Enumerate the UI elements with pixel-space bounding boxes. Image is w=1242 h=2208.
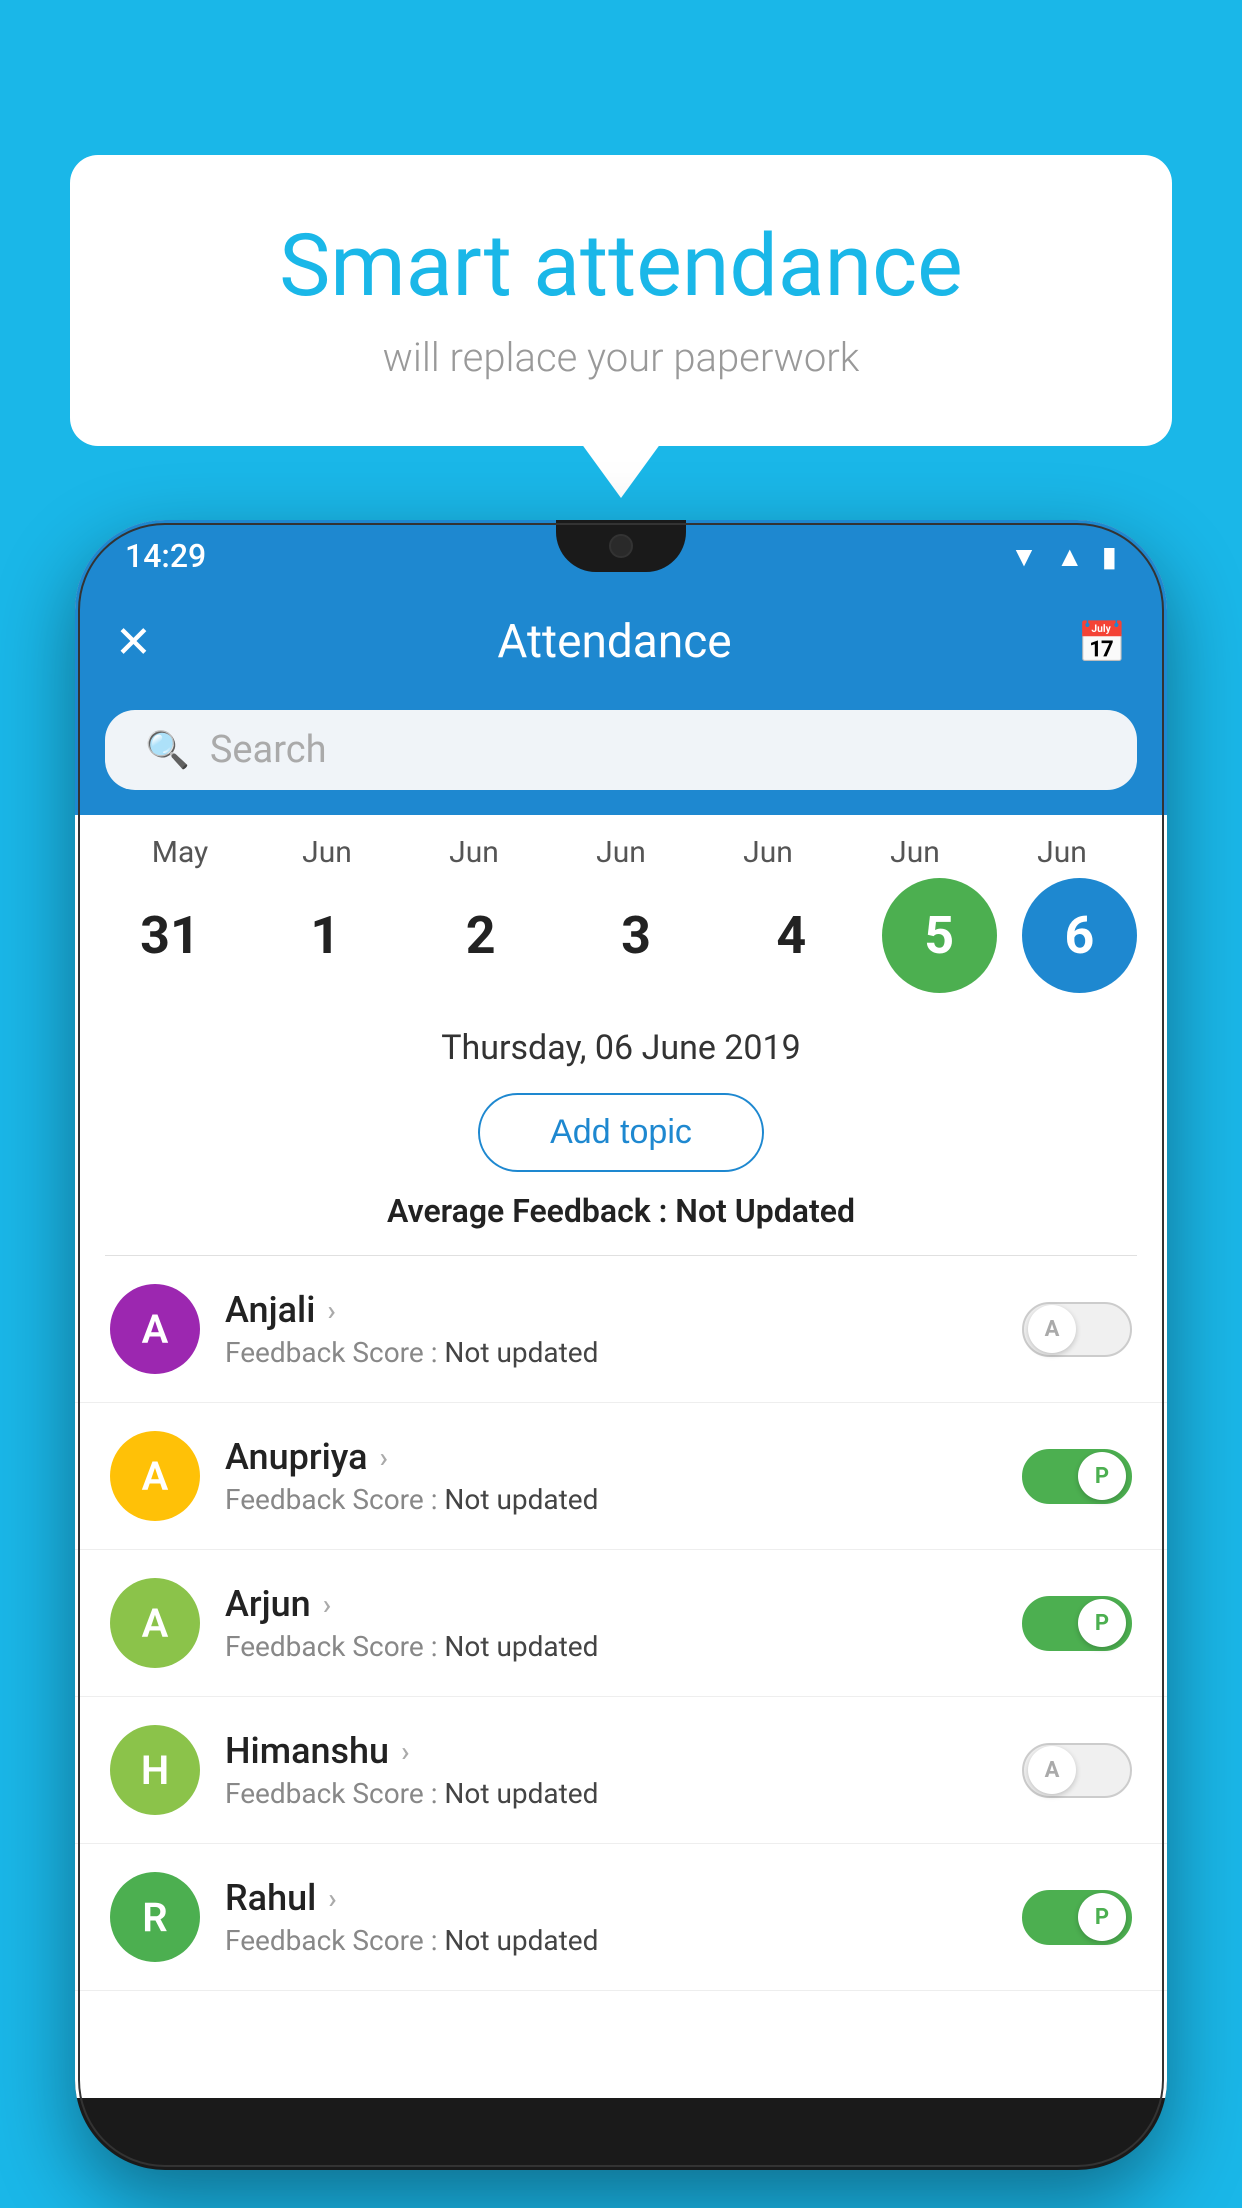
student-item[interactable]: R Rahul › Feedback Score : Not updated P [75, 1844, 1167, 1991]
app-tagline-subtitle: will replace your paperwork [150, 334, 1092, 381]
chevron-right-icon: › [323, 1588, 331, 1621]
search-bar[interactable]: 🔍 Search [105, 710, 1137, 790]
student-name: Anupriya › [225, 1436, 997, 1478]
calendar-day[interactable]: 1 [260, 878, 390, 993]
student-feedback: Feedback Score : Not updated [225, 1483, 997, 1516]
search-bar-container: 🔍 Search [75, 692, 1167, 815]
calendar-icon[interactable]: 📅 [1077, 619, 1127, 666]
calendar-day[interactable]: 3 [571, 878, 701, 993]
student-feedback: Feedback Score : Not updated [225, 1630, 997, 1663]
toggle-switch[interactable]: P [1022, 1596, 1132, 1651]
avg-feedback-label: Average Feedback : [387, 1192, 667, 1230]
calendar-months-row: May Jun Jun Jun Jun Jun Jun [105, 835, 1137, 870]
toggle-switch[interactable]: A [1022, 1743, 1132, 1798]
student-name: Anjali › [225, 1289, 997, 1331]
student-info: Anjali › Feedback Score : Not updated [225, 1289, 997, 1369]
toggle-knob: P [1078, 1599, 1126, 1647]
calendar-strip: May Jun Jun Jun Jun Jun Jun 31123456 [75, 815, 1167, 1003]
phone-container: 14:29 ▼ ▲ ▮ ✕ Attendance 📅 🔍 Search [75, 520, 1167, 2208]
avatar: A [110, 1578, 200, 1668]
student-feedback: Feedback Score : Not updated [225, 1336, 997, 1369]
speech-bubble: Smart attendance will replace your paper… [70, 155, 1172, 446]
calendar-day[interactable]: 2 [416, 878, 546, 993]
student-item[interactable]: A Anupriya › Feedback Score : Not updated P [75, 1403, 1167, 1550]
search-input-label: Search [210, 728, 327, 772]
attendance-toggle[interactable]: P [1022, 1449, 1132, 1504]
toggle-switch[interactable]: A [1022, 1302, 1132, 1357]
student-info: Anupriya › Feedback Score : Not updated [225, 1436, 997, 1516]
attendance-toggle[interactable]: A [1022, 1743, 1132, 1798]
student-item[interactable]: A Anjali › Feedback Score : Not updated A [75, 1256, 1167, 1403]
calendar-day[interactable]: 5 [882, 878, 997, 993]
speech-bubble-container: Smart attendance will replace your paper… [70, 155, 1172, 446]
app-tagline-title: Smart attendance [150, 215, 1092, 316]
signal-icon: ▲ [1056, 540, 1084, 573]
toggle-knob: A [1028, 1305, 1076, 1353]
student-name: Himanshu › [225, 1730, 997, 1772]
avg-feedback: Average Feedback : Not Updated [75, 1192, 1167, 1255]
student-info: Rahul › Feedback Score : Not updated [225, 1877, 997, 1957]
app-bar-title: Attendance [497, 615, 731, 669]
add-topic-container: Add topic [75, 1083, 1167, 1192]
avatar: A [110, 1431, 200, 1521]
student-name: Arjun › [225, 1583, 997, 1625]
toggle-knob: A [1028, 1746, 1076, 1794]
chevron-right-icon: › [401, 1735, 409, 1768]
calendar-dates-row: 31123456 [105, 878, 1137, 993]
attendance-toggle[interactable]: P [1022, 1890, 1132, 1945]
search-icon: 🔍 [145, 729, 190, 771]
phone-notch [556, 520, 686, 572]
attendance-toggle[interactable]: A [1022, 1302, 1132, 1357]
toggle-knob: P [1078, 1452, 1126, 1500]
calendar-month-label: Jun [997, 835, 1127, 870]
chevron-right-icon: › [327, 1294, 335, 1327]
battery-icon: ▮ [1102, 540, 1117, 573]
student-item[interactable]: H Himanshu › Feedback Score : Not updated A [75, 1697, 1167, 1844]
calendar-month-label: Jun [409, 835, 539, 870]
student-list: AAnjali ›Feedback Score : Not updatedAAA… [75, 1256, 1167, 1991]
status-time: 14:29 [125, 537, 206, 575]
calendar-day[interactable]: 31 [105, 878, 235, 993]
calendar-month-label: Jun [556, 835, 686, 870]
chevron-right-icon: › [328, 1882, 336, 1915]
avatar: A [110, 1284, 200, 1374]
student-info: Arjun › Feedback Score : Not updated [225, 1583, 997, 1663]
calendar-day[interactable]: 4 [726, 878, 856, 993]
phone-screen: 14:29 ▼ ▲ ▮ ✕ Attendance 📅 🔍 Search [75, 520, 1167, 2098]
add-topic-button[interactable]: Add topic [478, 1093, 764, 1172]
app-bar: ✕ Attendance 📅 [75, 592, 1167, 692]
chevron-right-icon: › [380, 1441, 388, 1474]
front-camera [609, 534, 633, 558]
toggle-switch[interactable]: P [1022, 1890, 1132, 1945]
calendar-day[interactable]: 6 [1022, 878, 1137, 993]
student-feedback: Feedback Score : Not updated [225, 1924, 997, 1957]
phone-frame: 14:29 ▼ ▲ ▮ ✕ Attendance 📅 🔍 Search [75, 520, 1167, 2170]
avg-feedback-value: Not Updated [675, 1192, 855, 1230]
selected-date-display: Thursday, 06 June 2019 [75, 1003, 1167, 1083]
student-item[interactable]: A Arjun › Feedback Score : Not updated P [75, 1550, 1167, 1697]
calendar-month-label: Jun [850, 835, 980, 870]
calendar-month-label: Jun [703, 835, 833, 870]
student-feedback: Feedback Score : Not updated [225, 1777, 997, 1810]
attendance-toggle[interactable]: P [1022, 1596, 1132, 1651]
calendar-month-label: Jun [262, 835, 392, 870]
close-button[interactable]: ✕ [115, 616, 152, 668]
student-info: Himanshu › Feedback Score : Not updated [225, 1730, 997, 1810]
avatar: R [110, 1872, 200, 1962]
toggle-switch[interactable]: P [1022, 1449, 1132, 1504]
avatar: H [110, 1725, 200, 1815]
student-name: Rahul › [225, 1877, 997, 1919]
calendar-month-label: May [115, 835, 245, 870]
status-icons: ▼ ▲ ▮ [1010, 540, 1117, 573]
toggle-knob: P [1078, 1893, 1126, 1941]
wifi-icon: ▼ [1010, 540, 1038, 573]
